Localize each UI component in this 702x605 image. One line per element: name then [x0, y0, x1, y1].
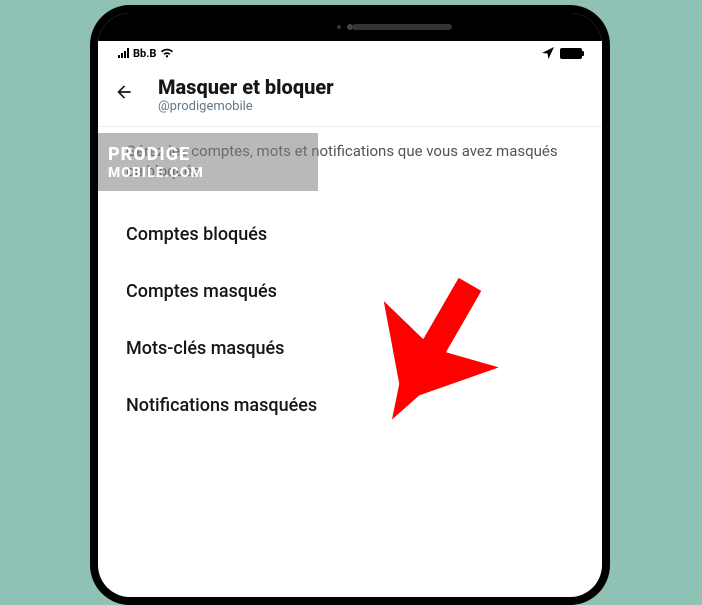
menu-item-muted-accounts[interactable]: Comptes masqués: [98, 263, 602, 320]
back-button[interactable]: [114, 82, 134, 107]
wifi-icon: [160, 48, 174, 58]
menu-item-muted-notifications[interactable]: Notifications masquées: [98, 377, 602, 434]
page-description: Gérez les comptes, mots et notifications…: [126, 141, 574, 182]
menu-item-label: Comptes bloqués: [126, 224, 267, 245]
location-icon: [542, 47, 554, 59]
page-subtitle: @prodigemobile: [158, 99, 334, 114]
phone-screen: Bb.B Masquer et bloquer @prodigemobile: [98, 13, 602, 597]
menu-list: Comptes bloqués Comptes masqués Mots-clé…: [98, 202, 602, 438]
signal-icon: [118, 48, 129, 58]
phone-frame: Bb.B Masquer et bloquer @prodigemobile: [90, 5, 610, 605]
carrier-label: Bb.B: [133, 47, 156, 60]
status-bar: Bb.B: [98, 41, 602, 65]
page-header: Masquer et bloquer @prodigemobile: [98, 65, 602, 127]
battery-icon: [560, 48, 582, 59]
menu-item-label: Notifications masquées: [126, 395, 317, 416]
menu-item-blocked-accounts[interactable]: Comptes bloqués: [98, 206, 602, 263]
menu-item-muted-words[interactable]: Mots-clés masqués: [98, 320, 602, 377]
page-title: Masquer et bloquer: [158, 75, 334, 99]
menu-item-label: Mots-clés masqués: [126, 338, 284, 359]
menu-item-label: Comptes masqués: [126, 281, 277, 302]
phone-notch: [98, 13, 602, 41]
